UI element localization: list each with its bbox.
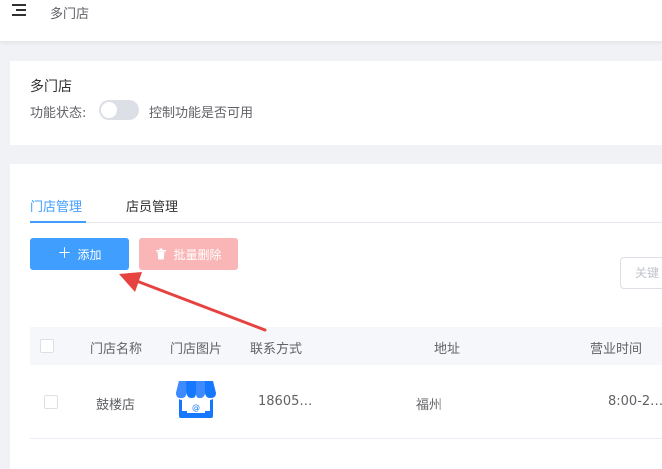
tab-staff-management[interactable]: 店员管理 xyxy=(126,196,178,215)
top-bar: 多门店 xyxy=(0,0,662,42)
page-title: 多门店 xyxy=(50,7,90,22)
plus-icon: ＋ xyxy=(57,246,72,262)
table-row[interactable]: 鼓楼店 @ 18605… 福州 8:00-2… xyxy=(30,365,662,439)
feature-status-label: 功能状态: xyxy=(30,106,87,121)
redacted-address-blur xyxy=(437,394,497,410)
column-header-contact: 联系方式 xyxy=(250,342,303,357)
column-header-hours: 营业时间 xyxy=(590,342,643,357)
cell-hours: 8:00-2… xyxy=(608,394,662,409)
tab-active-indicator xyxy=(30,221,86,223)
feature-card: 多门店 功能状态: 控制功能是否可用 xyxy=(10,61,662,145)
svg-text:@: @ xyxy=(192,403,200,412)
add-button[interactable]: ＋ 添加 xyxy=(30,238,129,270)
store-icon: @ xyxy=(176,381,216,418)
feature-description: 控制功能是否可用 xyxy=(149,106,254,121)
feature-title: 多门店 xyxy=(30,79,72,95)
feature-toggle-switch[interactable] xyxy=(99,100,139,120)
column-header-store-name: 门店名称 xyxy=(90,342,143,357)
keyword-search-input[interactable] xyxy=(620,257,662,289)
cell-contact: 18605… xyxy=(258,394,313,409)
row-checkbox[interactable] xyxy=(44,395,58,409)
column-header-address: 地址 xyxy=(434,342,461,357)
batch-delete-label: 批量删除 xyxy=(173,247,222,262)
select-all-checkbox[interactable] xyxy=(40,339,54,353)
store-management-card: 门店管理 店员管理 ＋ 添加 批量删除 门店名称 门店图片 联系方式 地址 营业… xyxy=(10,164,662,469)
column-header-store-image: 门店图片 xyxy=(170,342,223,357)
tabs-divider xyxy=(30,222,662,223)
tab-store-management[interactable]: 门店管理 xyxy=(30,196,82,215)
trash-icon xyxy=(156,248,167,260)
cell-store-name: 鼓楼店 xyxy=(96,398,136,413)
menu-fold-icon[interactable] xyxy=(12,4,28,18)
add-button-label: 添加 xyxy=(77,247,102,262)
batch-delete-button[interactable]: 批量删除 xyxy=(139,238,238,270)
switch-knob xyxy=(101,102,117,118)
table-header: 门店名称 门店图片 联系方式 地址 营业时间 xyxy=(30,327,662,365)
